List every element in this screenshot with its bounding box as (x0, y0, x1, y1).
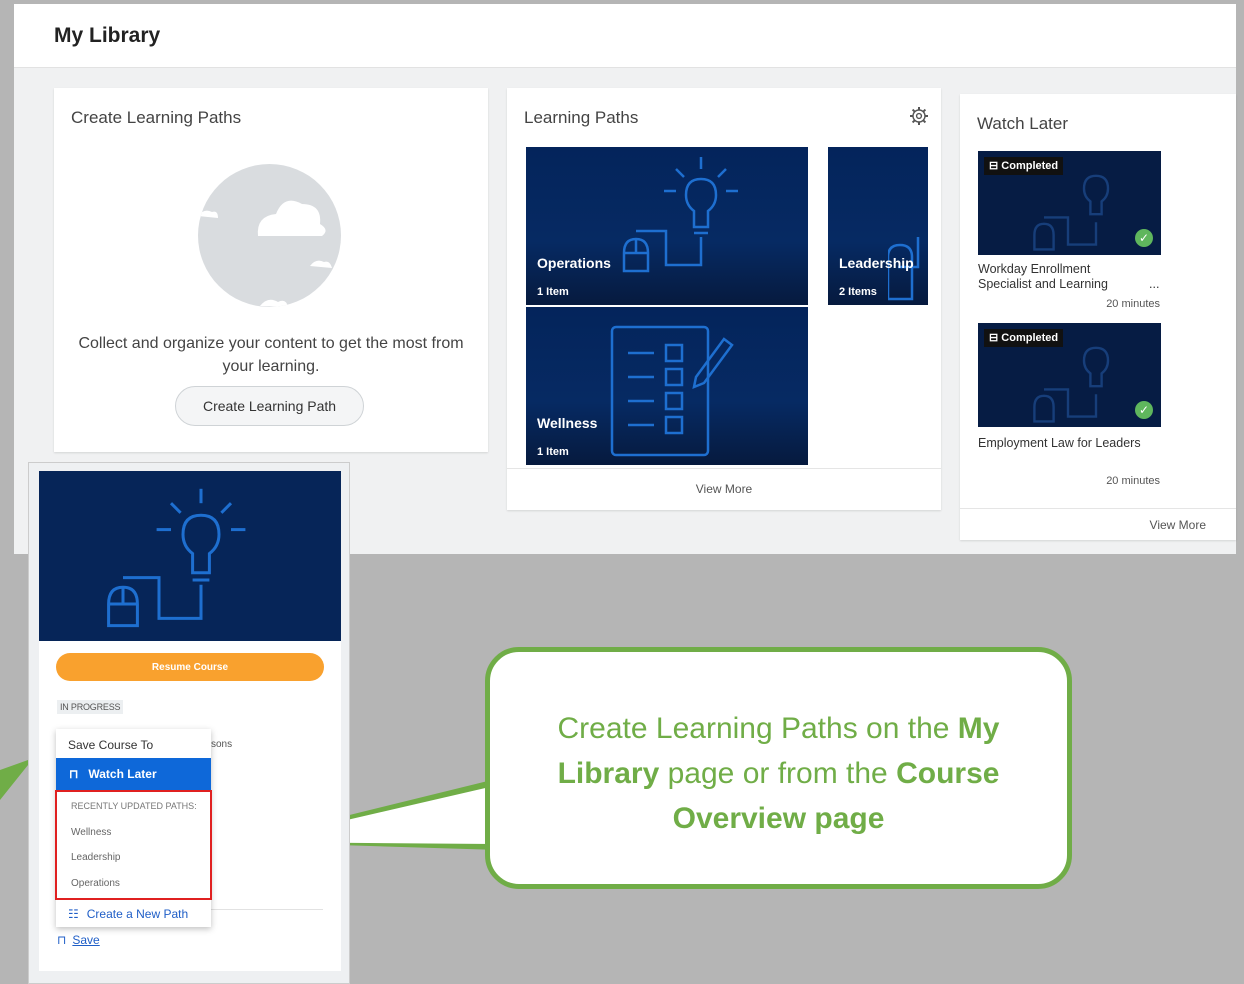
tile-name: Wellness (537, 415, 598, 431)
path-tile-wellness[interactable]: Wellness 1 Item (526, 307, 808, 465)
lessons-text: sons (211, 739, 233, 750)
course-hero-image (39, 471, 341, 641)
tile-name: Operations (537, 255, 611, 271)
page-header: My Library (14, 4, 1236, 68)
title-ellipsis: ... (1149, 277, 1160, 291)
tile-count: 2 Items (839, 286, 877, 298)
path-option-operations[interactable]: Operations (71, 878, 120, 889)
view-more-link[interactable]: View More (960, 508, 1236, 540)
completed-badge: ⊟ Completed (984, 157, 1064, 175)
watch-later-thumbnail[interactable]: ⊟ Completed ✓ (978, 151, 1161, 255)
card-title: Learning Paths (524, 108, 639, 127)
watch-later-item-title[interactable]: Employment Law for Leaders (978, 436, 1141, 451)
watch-later-card: Watch Later ⊟ Completed ✓ Workday Enroll… (960, 94, 1236, 540)
tile-name: Leadership (839, 255, 914, 271)
page-title: My Library (54, 24, 161, 47)
lightbulb-mouse-icon (107, 488, 246, 628)
create-learning-paths-card: Create Learning Paths Collect and organi… (54, 88, 488, 452)
bookmark-icon: ⊓ (69, 767, 79, 781)
callout-text: Create Learning Paths on the (557, 712, 958, 745)
view-more-link[interactable]: View More (507, 468, 941, 510)
duration: 20 minutes (1106, 298, 1160, 310)
path-tile-leadership[interactable]: Leadership 2 Items (828, 147, 928, 305)
add-list-icon: ☷ (68, 907, 79, 921)
path-tile-operations[interactable]: Operations 1 Item (526, 147, 808, 305)
recent-paths-label: RECENTLY UPDATED PATHS: (71, 801, 197, 811)
create-learning-path-button[interactable]: Create Learning Path (175, 386, 364, 426)
watch-later-thumbnail[interactable]: ⊟ Completed ✓ (978, 323, 1161, 427)
path-option-leadership[interactable]: Leadership (71, 852, 120, 863)
create-new-path-option[interactable]: ☷ Create a New Path (68, 907, 188, 921)
presentation-icon: ⊟ (989, 332, 1002, 344)
card-title: Create Learning Paths (71, 108, 242, 127)
save-course-dropdown: Save Course To ⊓ Watch Later RECENTLY UPD… (55, 729, 212, 927)
watch-later-option[interactable]: ⊓ Watch Later (56, 758, 211, 790)
checklist-icon (610, 325, 734, 457)
bookmark-icon: ⊓ (57, 933, 67, 947)
card-title: Watch Later (977, 114, 1069, 133)
path-option-wellness[interactable]: Wellness (71, 827, 111, 838)
status-badge: IN PROGRESS (57, 700, 124, 714)
cloud-icon (198, 164, 341, 307)
watch-later-item-title[interactable]: Workday Enrollment Specialist and Learni… (978, 262, 1108, 292)
resume-course-button[interactable]: Resume Course (56, 653, 324, 681)
check-icon: ✓ (1135, 401, 1153, 419)
create-paths-description: Collect and organize your content to get… (78, 335, 464, 375)
save-button[interactable]: ⊓ Save (57, 933, 100, 947)
completed-badge: ⊟ Completed (984, 329, 1064, 347)
duration: 20 minutes (1106, 475, 1160, 487)
presentation-icon: ⊟ (989, 160, 1002, 172)
callout-text: page or from the (659, 757, 897, 790)
course-overview-card: Resume Course IN PROGRESS sons ⊓ Save Sav… (39, 471, 341, 971)
gear-icon[interactable] (909, 106, 929, 126)
lightbulb-mouse-icon (622, 157, 738, 273)
course-overview-panel: Resume Course IN PROGRESS sons ⊓ Save Sav… (28, 462, 350, 984)
tile-count: 1 Item (537, 446, 569, 458)
check-icon: ✓ (1135, 229, 1153, 247)
callout-box: Create Learning Paths on the My Library … (485, 647, 1072, 889)
dropdown-heading: Save Course To (68, 738, 154, 752)
tile-count: 1 Item (537, 286, 569, 298)
learning-paths-card: Learning Paths Operations 1 Item Leaders… (507, 88, 941, 510)
